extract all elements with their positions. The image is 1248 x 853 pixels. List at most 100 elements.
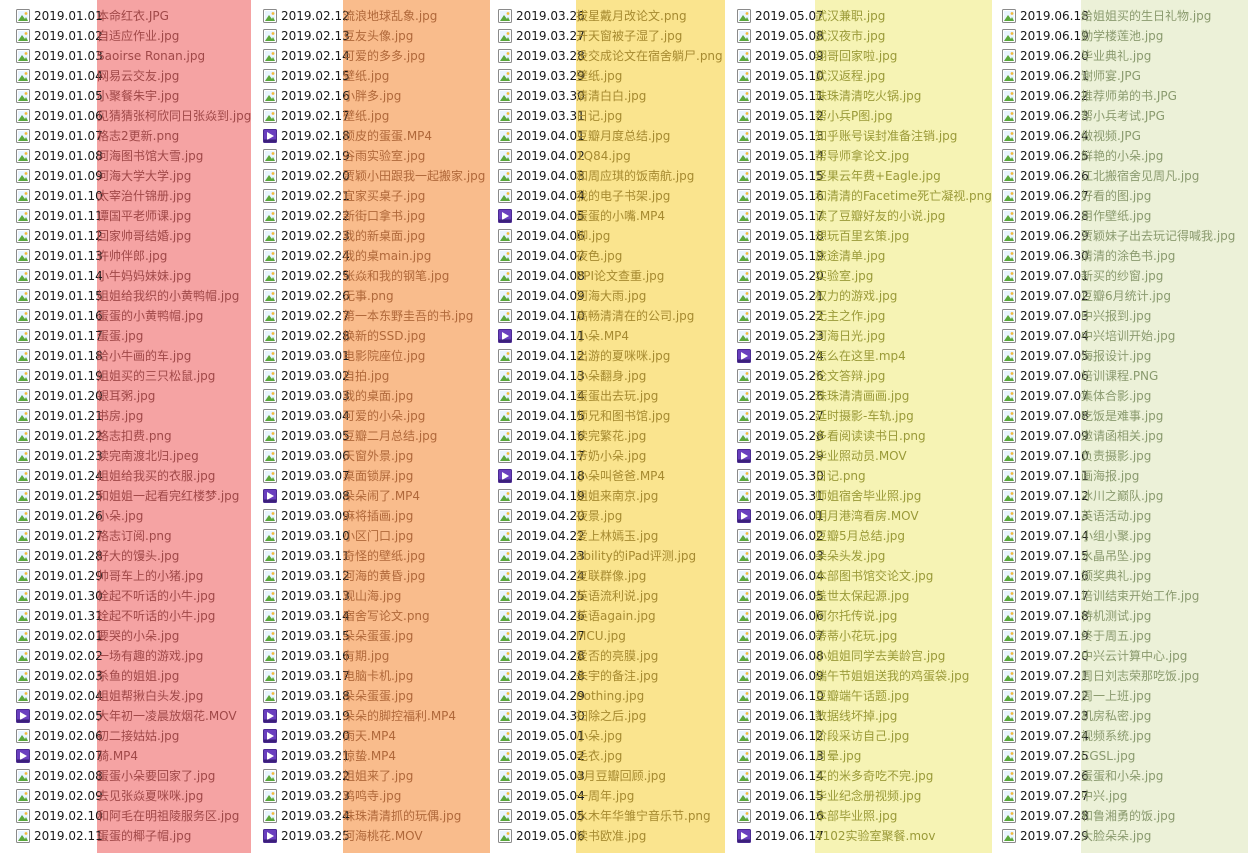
file-row[interactable]: 2019.05.10 武汉返程.jpg <box>737 66 885 86</box>
file-row[interactable]: 2019.02.28 换新的SSD.jpg <box>263 326 426 346</box>
file-row[interactable]: 2019.05.16 和清清的Facetime死亡凝视.png <box>737 186 992 206</box>
file-row[interactable]: 2019.07.27 中兴.jpg <box>1002 786 1127 806</box>
file-row[interactable]: 2019.06.03 朵朵头发.jpg <box>737 546 885 566</box>
file-row[interactable]: 2019.02.19 谷雨实验室.jpg <box>263 146 425 166</box>
file-row[interactable]: 2019.02.12 流浪地球乱象.jpg <box>263 6 437 26</box>
file-row[interactable]: 2019.04.13 小朵翻身.jpg <box>498 366 646 386</box>
file-row[interactable]: 2019.06.25 鲜艳的小朵.jpg <box>1002 146 1163 166</box>
file-row[interactable]: 2019.03.27 开天窗被子湿了.jpg <box>498 26 682 46</box>
file-row[interactable]: 2019.07.20 中兴云计算中心.jpg <box>1002 646 1187 666</box>
file-row[interactable]: 2019.05.03 4月豆瓣回顾.jpg <box>498 766 666 786</box>
file-row[interactable]: 2019.07.01 新买的纱窗.jpg <box>1002 266 1163 286</box>
file-row[interactable]: 2019.01.25 和姐姐一起看完红楼梦.jpg <box>16 486 239 506</box>
file-row[interactable]: 2019.04.23 ability的iPad评测.jpg <box>498 546 696 566</box>
file-row[interactable]: 2019.01.04 网易云交友.jpg <box>16 66 179 86</box>
file-row[interactable]: 2019.04.28 朱宇的备注.jpg <box>498 666 658 686</box>
file-row[interactable]: 2019.07.05 海报设计.jpg <box>1002 346 1151 366</box>
file-row[interactable]: 2019.06.10 豆瓣端午话题.jpg <box>737 686 909 706</box>
file-row[interactable]: 2019.04.12 出游的夏咪咪.jpg <box>498 346 670 366</box>
file-row[interactable]: 2019.06.28 用作壁纸.jpg <box>1002 206 1151 226</box>
file-row[interactable]: 2019.05.24 怎么在这里.mp4 <box>737 346 906 366</box>
file-row[interactable]: 2019.04.01 豆瓣月度总结.jpg <box>498 126 670 146</box>
file-row[interactable]: 2019.03.06 天窗外景.jpg <box>263 446 413 466</box>
file-row[interactable]: 2019.07.25 CGSL.jpg <box>1002 746 1135 766</box>
file-row[interactable]: 2019.01.21 书房.jpg <box>16 406 143 426</box>
file-row[interactable]: 2019.02.26 无事.png <box>263 286 394 306</box>
file-row[interactable]: 2019.02.08 蛋蛋小朵要回家了.jpg <box>16 766 215 786</box>
file-row[interactable]: 2019.05.12 帮小兵P图.jpg <box>737 106 893 126</box>
file-row[interactable]: 2019.03.17 电脑卡机.jpg <box>263 666 413 686</box>
file-row[interactable]: 2019.03.15 朵朵蛋蛋.jpg <box>263 626 413 646</box>
file-row[interactable]: 2019.06.11 数据线坏掉.jpg <box>737 706 897 726</box>
file-row[interactable]: 2019.02.05 大年初一凌晨放烟花.MOV <box>16 706 237 726</box>
file-row[interactable]: 2019.07.10 负责摄影.jpg <box>1002 446 1151 466</box>
file-row[interactable]: 2019.01.11 谭国平老师课.jpg <box>16 206 191 226</box>
file-row[interactable]: 2019.07.17 培训结束开始工作.jpg <box>1002 586 1199 606</box>
file-row[interactable]: 2019.07.19 终于周五.jpg <box>1002 626 1151 646</box>
file-row[interactable]: 2019.05.26 论文答辩.jpg <box>737 366 885 386</box>
file-row[interactable]: 2019.05.11 珠珠清清吃火锅.jpg <box>737 86 921 106</box>
file-row[interactable]: 2019.06.19 勤学楼莲池.jpg <box>1002 26 1163 46</box>
file-row[interactable]: 2019.01.01 本命红衣.JPG <box>16 6 169 26</box>
file-row[interactable]: 2019.06.09 端午节姐姐送我的鸡蛋袋.jpg <box>737 666 969 686</box>
file-row[interactable]: 2019.03.13 观山海.jpg <box>263 586 401 606</box>
file-row[interactable]: 2019.04.20 夜景.jpg <box>498 506 622 526</box>
file-row[interactable]: 2019.03.12 河海的黄昏.jpg <box>263 566 425 586</box>
file-row[interactable]: 2019.07.26 蛋蛋和小朵.jpg <box>1002 766 1163 786</box>
file-row[interactable]: 2019.01.10 太宰治什锦册.jpg <box>16 186 191 206</box>
file-row[interactable]: 2019.02.25 张焱和我的钢笔.jpg <box>263 266 449 286</box>
file-row[interactable]: 2019.01.12 回家帅哥结婚.jpg <box>16 226 191 246</box>
file-row[interactable]: 2019.02.15 壁纸.jpg <box>263 66 389 86</box>
file-row[interactable]: 2019.01.02 自适应作业.jpg <box>16 26 179 46</box>
file-row[interactable]: 2019.05.19 旅途清单.jpg <box>737 246 885 266</box>
file-row[interactable]: 2019.07.11 画海报.jpg <box>1002 466 1139 486</box>
file-row[interactable]: 2019.06.20 毕业典礼.jpg <box>1002 46 1151 66</box>
file-row[interactable]: 2019.06.07 蒂蒂小花玩.jpg <box>737 626 897 646</box>
file-row[interactable]: 2019.03.31 日记.jpg <box>498 106 622 126</box>
file-row[interactable]: 2019.04.17 爷奶小朵.jpg <box>498 446 646 466</box>
file-row[interactable]: 2019.05.15 坚果云年费+Eagle.jpg <box>737 166 941 186</box>
file-row[interactable]: 2019.02.21 宜家买桌子.jpg <box>263 186 425 206</box>
file-row[interactable]: 2019.06.22 推荐师弟的书.JPG <box>1002 86 1177 106</box>
file-row[interactable]: 2019.06.29 贾颖妹子出去玩记得喊我.jpg <box>1002 226 1235 246</box>
file-row[interactable]: 2019.06.15 毕业纪念册视频.jpg <box>737 786 921 806</box>
file-row[interactable]: 2019.06.27 好看的图.jpg <box>1002 186 1151 206</box>
file-row[interactable]: 2019.02.13 豆友头像.jpg <box>263 26 413 46</box>
file-row[interactable]: 2019.02.02 一场有趣的游戏.jpg <box>16 646 203 666</box>
file-row[interactable]: 2019.05.04 一周年.jpg <box>498 786 634 806</box>
file-row[interactable]: 2019.03.04 可爱的小朵.jpg <box>263 406 425 426</box>
file-row[interactable]: 2019.01.22 格志扣费.png <box>16 426 172 446</box>
file-row[interactable]: 2019.04.03 和周应琪的饭南航.jpg <box>498 166 694 186</box>
file-row[interactable]: 2019.01.19 姐姐买的三只松鼠.jpg <box>16 366 215 386</box>
file-row[interactable]: 2019.07.06 培训课程.PNG <box>1002 366 1158 386</box>
file-row[interactable]: 2019.06.16 本部毕业照.jpg <box>737 806 897 826</box>
file-row[interactable]: 2019.04.10 高畅清清在的公司.jpg <box>498 306 694 326</box>
file-row[interactable]: 2019.07.07 集体合影.jpg <box>1002 386 1151 406</box>
file-row[interactable]: 2019.01.29 帅哥车上的小猪.jpg <box>16 566 203 586</box>
file-row[interactable]: 2019.01.09 河海大学大学.jpg <box>16 166 191 186</box>
file-row[interactable]: 2019.01.17 蛋蛋.jpg <box>16 326 143 346</box>
file-row[interactable]: 2019.06.21 谢师宴.JPG <box>1002 66 1141 86</box>
file-row[interactable]: 2019.04.16 读完繁花.jpg <box>498 426 646 446</box>
file-row[interactable]: 2019.03.11 奇怪的壁纸.jpg <box>263 546 425 566</box>
file-row[interactable]: 2019.02.18 顽皮的蛋蛋.MP4 <box>263 126 432 146</box>
file-row[interactable]: 2019.07.04 中兴培训开始.jpg <box>1002 326 1175 346</box>
file-row[interactable]: 2019.07.09 邀请函相关.jpg <box>1002 426 1163 446</box>
file-row[interactable]: 2019.05.23 河海日光.jpg <box>737 326 885 346</box>
file-row[interactable]: 2019.03.05 豆瓣二月总结.jpg <box>263 426 437 446</box>
file-row[interactable]: 2019.06.18 给姐姐买的生日礼物.jpg <box>1002 6 1211 26</box>
file-row[interactable]: 2019.04.19 姐姐来南京.jpg <box>498 486 658 506</box>
file-row[interactable]: 2019.05.30 日记.png <box>737 466 866 486</box>
file-row[interactable]: 2019.01.16 蛋蛋的小黄鸭帽.jpg <box>16 306 203 326</box>
file-row[interactable]: 2019.05.22 无主之作.jpg <box>737 306 885 326</box>
file-row[interactable]: 2019.02.24 我的桌main.jpg <box>263 246 431 266</box>
file-row[interactable]: 2019.07.28 和鲁湘勇的饭.jpg <box>1002 806 1175 826</box>
file-row[interactable]: 2019.01.20 银耳粥.jpg <box>16 386 155 406</box>
file-row[interactable]: 2019.05.31 师姐宿舍毕业照.jpg <box>737 486 921 506</box>
file-row[interactable]: 2019.01.08 河海图书馆大雪.jpg <box>16 146 203 166</box>
file-row[interactable]: 2019.06.05 盖世太保起源.jpg <box>737 586 909 606</box>
file-row[interactable]: 2019.01.24 姐姐给我买的衣服.jpg <box>16 466 215 486</box>
file-row[interactable]: 2019.03.30 清清白白.jpg <box>498 86 646 106</box>
file-row[interactable]: 2019.06.04 本部图书馆交论文.jpg <box>737 566 933 586</box>
file-row[interactable]: 2019.05.21 权力的游戏.jpg <box>737 286 897 306</box>
